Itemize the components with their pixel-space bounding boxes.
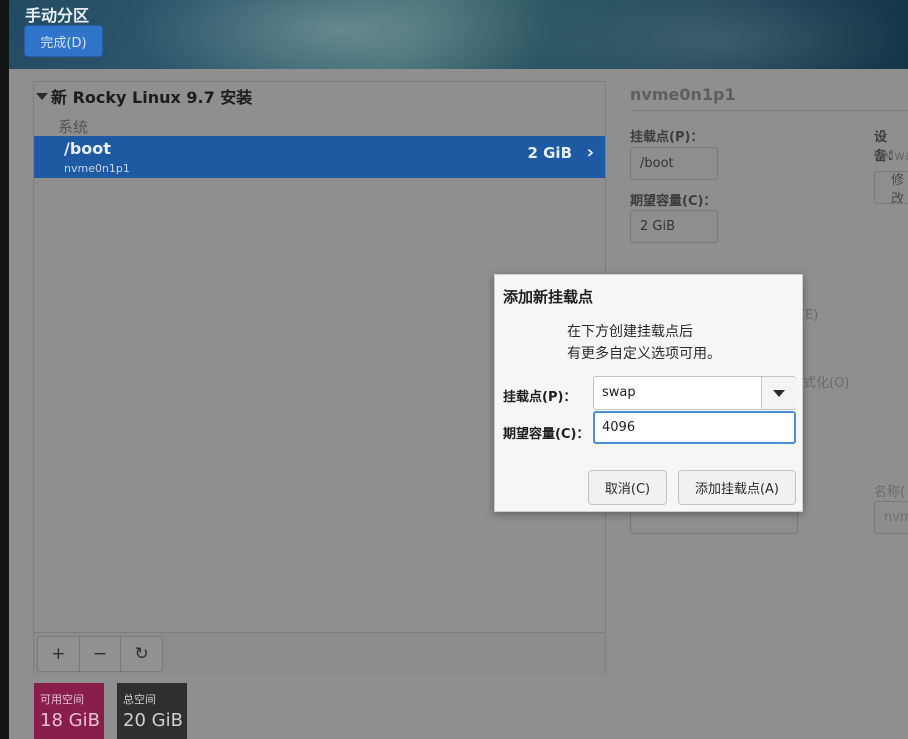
partition-toolbar-buttons: + − ↻ [37,636,163,672]
dialog-capacity-label: 期望容量(C)： [503,427,590,442]
reformat-checkbox-label: 式化(O) [803,376,850,391]
divider [630,110,908,111]
install-group-header[interactable]: 新 Rocky Linux 9.7 安装 [36,84,252,108]
add-mount-point-dialog: 添加新挂载点 在下方创建挂载点后 有更多自定义选项可用。 挂载点(P)： swa… [494,274,803,512]
total-space-label: 总空间 [123,693,156,706]
available-space-box: 可用空间 18 GiB [34,683,104,739]
add-partition-button[interactable]: + [38,637,80,671]
left-edge-strip [0,0,9,739]
header-texture [529,0,908,69]
mount-point-combo-value[interactable]: swap [602,385,636,400]
dialog-description-line2: 有更多自定义选项可用。 [567,346,721,362]
available-space-label: 可用空间 [40,693,84,706]
install-group-title: 新 Rocky Linux 9.7 安装 [51,88,253,107]
desired-capacity-label: 期望容量(C)： [630,194,717,209]
header-texture [129,0,549,69]
expand-triangle-icon[interactable] [36,93,48,100]
partition-mount-path: /boot [64,139,111,158]
dialog-description-line1: 在下方创建挂载点后 [567,324,693,340]
partition-row-boot[interactable]: /boot nvme0n1p1 2 GiB › [34,136,605,178]
dialog-title: 添加新挂载点 [503,288,594,306]
add-mount-point-button[interactable]: 添加挂载点(A) [678,470,796,505]
partition-device-name: nvme0n1p1 [64,162,130,175]
chevron-down-icon [773,389,785,397]
total-space-box: 总空间 20 GiB [117,683,187,739]
desired-capacity-field[interactable]: 2 GiB [630,210,718,243]
partition-size: 2 GiB [527,144,572,162]
remove-partition-button[interactable]: − [80,637,122,671]
mount-point-combobox[interactable]: swap [593,376,796,410]
header-bar: 手动分区 完成(D) [9,0,908,69]
system-section-label: 系统 [58,118,89,136]
available-space-value: 18 GiB [40,710,100,731]
mount-point-field[interactable]: /boot [630,147,718,180]
capacity-input[interactable]: 4096 [593,411,796,444]
dialog-description: 在下方创建挂载点后 有更多自定义选项可用。 [567,321,721,365]
page-title: 手动分区 [25,6,90,25]
cancel-button[interactable]: 取消(C) [588,470,667,505]
mount-point-label: 挂载点(P)： [630,130,704,145]
dialog-mount-point-label: 挂载点(P)： [503,390,577,405]
done-button[interactable]: 完成(D) [24,25,103,57]
modify-device-button[interactable]: 修改 [874,171,908,204]
total-space-value: 20 GiB [123,710,183,731]
name-field[interactable]: nvm [874,501,908,534]
dropdown-button[interactable] [762,377,796,409]
refresh-icon[interactable]: ↻ [121,637,162,671]
selected-partition-title: nvme0n1p1 [630,85,736,104]
name-label: 名称( [874,485,906,500]
device-value: VMwa [874,149,908,164]
chevron-right-icon: › [586,142,594,163]
